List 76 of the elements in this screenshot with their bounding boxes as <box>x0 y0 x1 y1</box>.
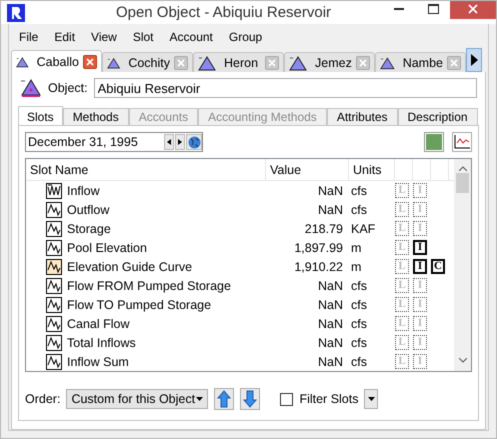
slot-name[interactable]: Elevation Guide Curve <box>67 260 192 274</box>
flag-indicator: I <box>413 297 427 312</box>
window-title: Open Object - Abiquiu Reservoir <box>114 4 332 21</box>
slot-name[interactable]: Pool Elevation <box>67 240 147 254</box>
object-field[interactable]: Abiquiu Reservoir <box>94 78 477 98</box>
menu-item[interactable]: File <box>11 28 46 46</box>
flag-indicator: L <box>395 183 409 198</box>
column-header[interactable]: Slot Name <box>26 159 266 181</box>
slot-name[interactable]: Flow FROM Pumped Storage <box>67 278 231 292</box>
slot-value: NaN <box>316 298 344 312</box>
order-label: Order: <box>25 392 60 406</box>
flag-indicator: C <box>431 259 445 274</box>
flag-indicator: L <box>395 278 409 293</box>
column-header[interactable]: Value <box>266 159 349 181</box>
flag-indicator: L <box>395 202 409 217</box>
flag-indicator: L <box>395 354 409 369</box>
flag-indicator: L <box>395 259 409 274</box>
slot-value: 1,897.99 <box>293 240 344 254</box>
filter-label: Filter Slots <box>299 392 358 406</box>
slot-name[interactable]: Outflow <box>67 202 110 216</box>
column-header[interactable]: Units <box>349 159 395 181</box>
flag-indicator: I <box>413 221 427 236</box>
order-dropdown[interactable]: Custom for this Object <box>66 389 208 409</box>
slot-name[interactable]: Canal Flow <box>67 316 130 330</box>
flag-indicator: L <box>395 297 409 312</box>
slot-name[interactable]: Flow TO Pumped Storage <box>67 298 212 312</box>
slot-name[interactable]: Total Inflows <box>67 336 136 350</box>
flag-indicator: I <box>413 354 427 369</box>
tab[interactable]: Methods <box>62 108 129 126</box>
flag-indicator: L <box>395 221 409 236</box>
object-tab[interactable]: Jemez <box>284 52 375 72</box>
flag-indicator: I <box>413 183 427 198</box>
object-tab[interactable]: Nambe <box>375 52 466 72</box>
flag-indicator: I <box>413 259 427 274</box>
flag-indicator: I <box>413 278 427 293</box>
slot-units: cfs <box>350 184 368 198</box>
slot-value: NaN <box>316 202 344 216</box>
menu-item[interactable]: Edit <box>46 28 84 46</box>
slot-units: m <box>350 240 362 254</box>
slot-value: NaN <box>316 316 344 330</box>
menu-item[interactable]: View <box>83 28 125 46</box>
menu-item[interactable]: Slot <box>124 28 162 46</box>
slot-units: cfs <box>350 316 368 330</box>
tab[interactable]: Attributes <box>326 108 398 126</box>
slot-value: NaN <box>316 278 344 292</box>
slot-units: cfs <box>350 354 368 368</box>
tab[interactable]: Slots <box>18 106 63 126</box>
flag-indicator: L <box>395 335 409 350</box>
slot-value: 1,910.22 <box>293 260 344 274</box>
slot-units: cfs <box>350 336 368 350</box>
slot-units: cfs <box>350 202 368 216</box>
slot-units: cfs <box>350 278 368 292</box>
slot-value: 218.79 <box>304 222 344 236</box>
slot-units: KAF <box>350 222 376 236</box>
flag-indicator: L <box>395 240 409 255</box>
slot-value: NaN <box>316 336 344 350</box>
object-tab[interactable]: Caballo <box>11 50 102 72</box>
slot-name[interactable]: Storage <box>67 222 111 236</box>
tab[interactable]: Description <box>398 108 478 126</box>
flag-indicator: L <box>395 316 409 331</box>
menu-item[interactable]: Account <box>162 28 221 46</box>
flag-indicator: I <box>413 202 427 217</box>
flag-indicator: I <box>413 335 427 350</box>
slot-value: NaN <box>316 184 344 198</box>
object-tab[interactable]: Heron <box>193 52 284 72</box>
date-field[interactable]: December 31, 1995 <box>25 132 203 152</box>
slot-units: m <box>350 260 362 274</box>
slot-name[interactable]: Inflow Sum <box>67 354 129 368</box>
slot-name[interactable]: Inflow <box>67 184 100 198</box>
object-tab[interactable]: Cochity <box>102 52 193 72</box>
slot-units: cfs <box>350 298 368 312</box>
flag-indicator: I <box>413 316 427 331</box>
slot-value: NaN <box>316 354 344 368</box>
menu-item[interactable]: Group <box>220 28 270 46</box>
object-label: Object: <box>48 81 88 95</box>
flag-indicator: I <box>413 240 427 255</box>
